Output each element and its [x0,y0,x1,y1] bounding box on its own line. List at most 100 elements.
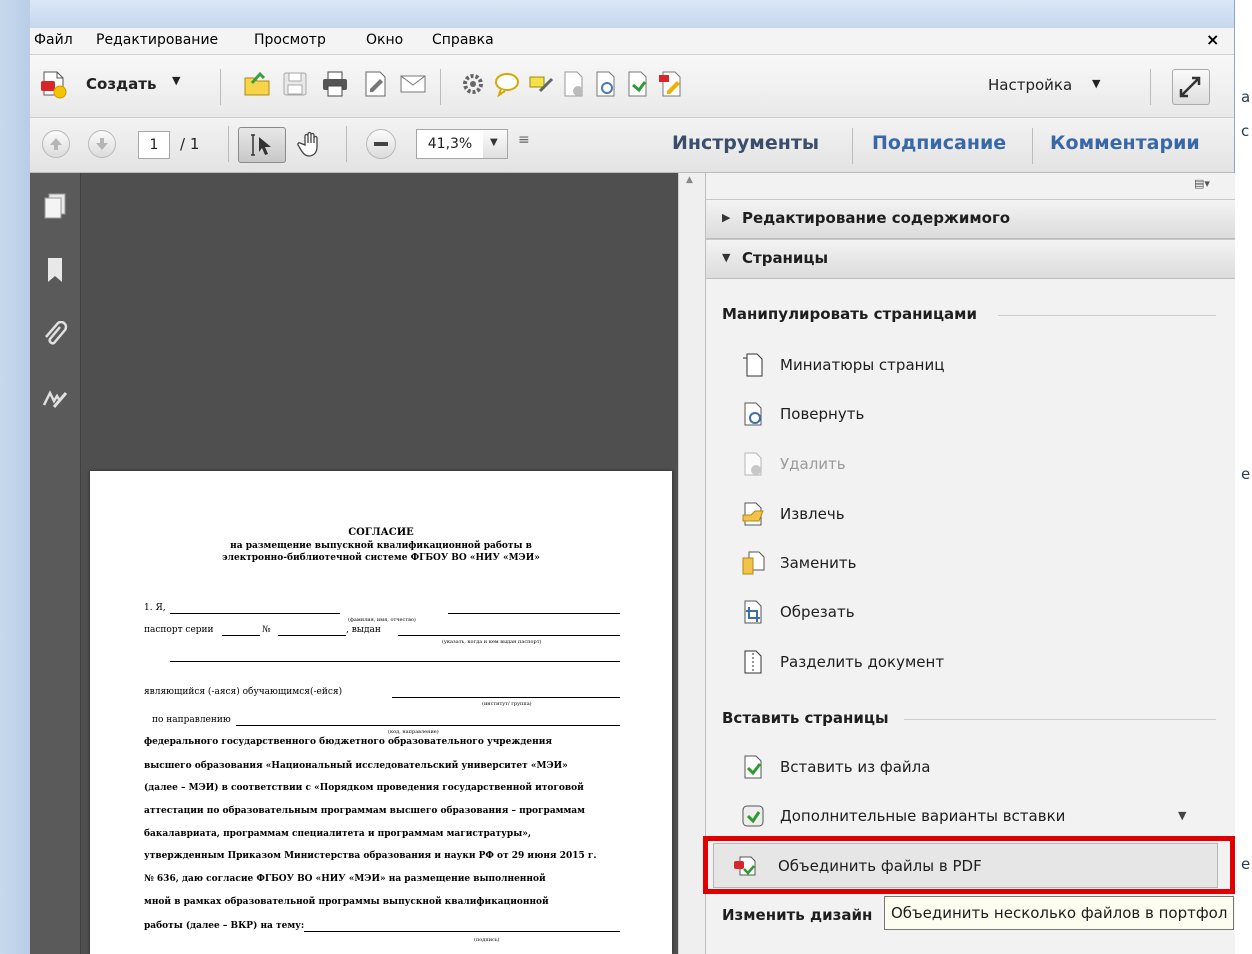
pdf-page[interactable]: СОГЛАСИЕ на размещение выпускной квалифи… [90,471,672,954]
doc-line [304,931,620,932]
extract-icon [742,502,764,526]
doc-title: СОГЛАСИЕ [348,527,414,538]
doc-note: (код, направление) [388,729,439,735]
doc-note: (институт/ группа) [482,701,532,707]
close-document-button[interactable]: × [1206,30,1219,49]
settings-button[interactable]: Настройка [988,76,1072,94]
background-window-edge: а с е е [1234,0,1252,954]
chevron-down-icon[interactable]: ▼ [1092,77,1100,90]
email-icon[interactable] [398,69,428,99]
tab-tools[interactable]: Инструменты [672,132,819,154]
doc-line [448,613,620,614]
section-label: Редактирование содержимого [742,209,1011,227]
background-text: е [1241,855,1251,873]
doc-text: паспорт серии [144,625,214,635]
page-thumbnails-nav-icon[interactable] [40,191,70,221]
edit-document-icon[interactable] [360,69,390,99]
doc-text: являющийся (-аяся) обучающимся(-ейся) [144,687,343,697]
attachment-icon[interactable] [40,321,70,351]
page-delete-icon[interactable] [558,69,588,99]
tool-label: Заменить [780,554,857,572]
toolbar-separator [1150,69,1151,105]
create-pdf-icon[interactable] [38,69,68,99]
arrow-down-icon [96,138,108,150]
tool-more-insert-options[interactable]: Дополнительные варианты вставки ▼ [734,797,1224,837]
menu-window[interactable]: Окно [366,32,403,48]
vertical-scrollbar[interactable]: ▲ [678,173,705,954]
section-pages[interactable]: ▼ Страницы [706,239,1235,279]
tool-replace[interactable]: Заменить [734,544,1224,584]
menu-view[interactable]: Просмотр [254,32,326,48]
doc-paragraph-line: аттестации по образовательным программам… [144,806,585,816]
next-page-button[interactable] [88,130,116,158]
tool-combine-files[interactable]: Объединить файлы в PDF [713,843,1218,888]
page-number-input[interactable]: 1 [138,131,170,159]
scroll-up-icon[interactable]: ▲ [686,175,693,185]
doc-note: (фамилия, имя, отчество) [348,617,416,623]
create-button[interactable]: Создать [86,75,156,93]
toolbar-separator [852,128,853,164]
toolbar-overflow-icon[interactable]: ≡ [518,132,530,148]
tool-rotate[interactable]: Повернуть [734,395,1224,435]
highlight-text-icon[interactable] [526,69,556,99]
doc-paragraph-line: мной в рамках образовательной программы … [144,897,549,907]
doc-note: (подпись) [474,937,500,943]
page-insert-icon[interactable] [622,69,652,99]
tooltip: Объединить несколько файлов в портфол [884,896,1234,930]
fullscreen-button[interactable] [1172,69,1210,105]
split-icon [744,650,762,674]
tool-label: Повернуть [780,405,865,423]
zoom-out-button[interactable] [366,129,396,159]
tab-comments[interactable]: Комментарии [1050,132,1200,154]
more-insert-icon [742,805,764,827]
signatures-icon[interactable] [40,383,70,413]
combine-files-icon [734,856,756,876]
tool-insert-from-file[interactable]: Вставить из файла [734,748,1224,788]
sign-icon[interactable] [656,69,686,99]
previous-page-button[interactable] [42,130,70,158]
zoom-level-input[interactable]: 41,3% [416,129,484,159]
doc-note: (указать, когда и кем выдан паспорт) [442,639,542,645]
toolbar-separator [220,69,221,105]
print-icon[interactable] [320,69,350,99]
save-icon[interactable] [280,69,310,99]
tool-label: Извлечь [780,505,845,523]
rotate-icon [744,402,762,426]
tool-crop[interactable]: Обрезать [734,593,1224,633]
menu-edit[interactable]: Редактирование [96,32,218,48]
tool-label: Дополнительные варианты вставки [780,807,1066,825]
tool-page-thumbnails[interactable]: Миниатюры страниц [734,346,1224,386]
doc-paragraph-line: (далее – МЭИ) в соответствии с «Порядком… [144,783,584,793]
doc-paragraph-line: бакалавриата, программам специалитета и … [144,829,532,839]
zoom-dropdown-button[interactable]: ▼ [483,129,508,159]
navigation-toolbar: 1 / 1 41,3% ▼ ≡ Инструменты Подписание К… [30,118,1234,173]
select-tool-button[interactable] [238,127,286,163]
doc-text: № [262,625,271,635]
bookmark-icon[interactable] [40,255,70,285]
doc-paragraph-line: работы (далее – ВКР) на тему: [144,921,305,931]
page-rotate-icon[interactable] [590,69,620,99]
tool-delete[interactable]: Удалить [734,445,1224,485]
chevron-down-icon[interactable]: ▼ [172,74,180,87]
menu-help[interactable]: Справка [432,32,494,48]
group-divider [998,315,1216,316]
background-text: с [1241,122,1250,140]
tool-extract[interactable]: Извлечь [734,495,1224,535]
tab-sign[interactable]: Подписание [872,132,1006,154]
replace-icon [742,551,765,575]
doc-paragraph-line: федерального государственного бюджетного… [144,737,553,747]
hand-tool-icon[interactable] [296,129,326,159]
panel-options-icon[interactable]: ▤▾ [1194,177,1210,190]
doc-text: по направлению [152,715,231,725]
chevron-down-icon[interactable]: ▼ [1178,809,1186,822]
comment-icon[interactable] [492,69,522,99]
doc-paragraph-line: № 636, даю согласие ФГБОУ ВО «НИУ «МЭИ» … [144,874,546,884]
open-folder-icon[interactable] [242,69,272,99]
gear-icon[interactable] [458,69,488,99]
menu-file[interactable]: Файл [34,32,73,48]
tool-split[interactable]: Разделить документ [734,643,1224,683]
chevron-down-icon: ▼ [722,251,731,264]
section-edit-content[interactable]: ▶ Редактирование содержимого [706,199,1235,239]
group-title-insert: Вставить страницы [722,709,889,727]
page-thumbnails-icon [743,353,763,377]
